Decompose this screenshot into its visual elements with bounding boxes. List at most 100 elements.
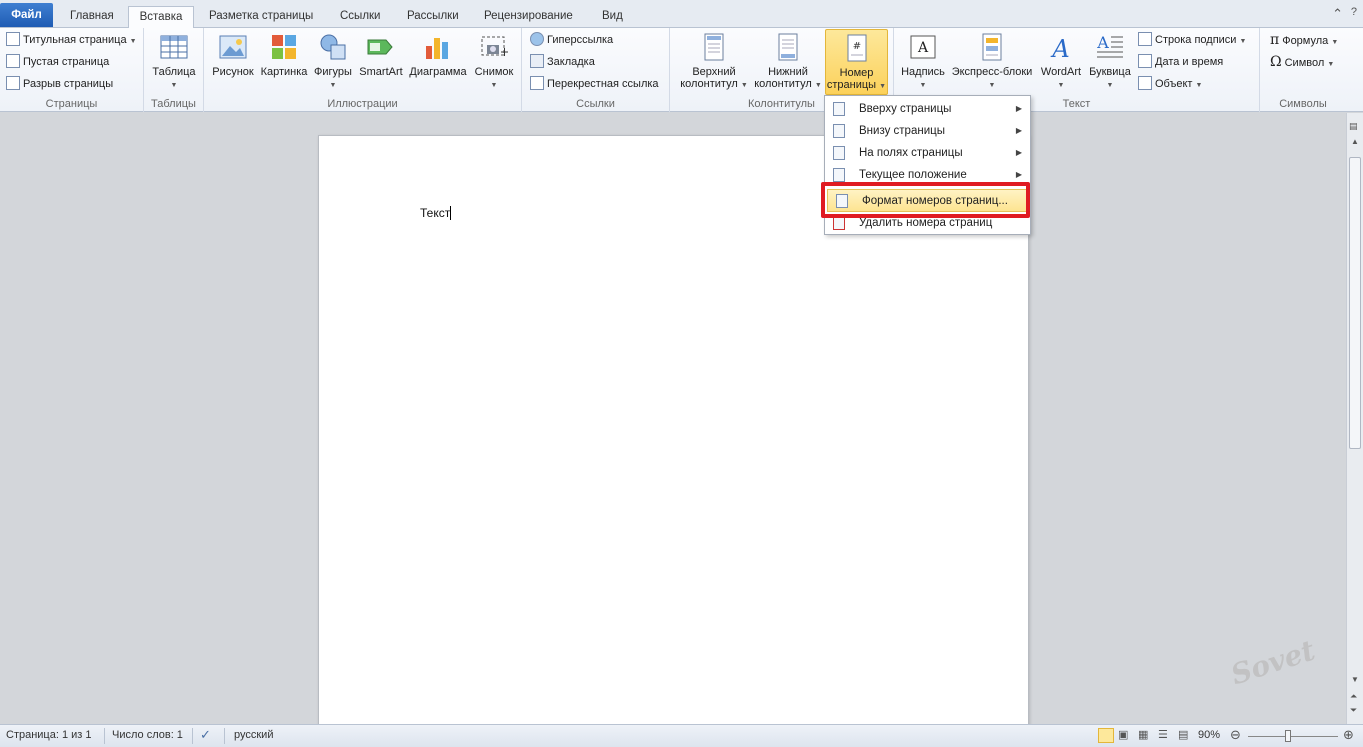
draft-icon[interactable]: ▤ [1178, 728, 1188, 741]
document-area: Текст [0, 113, 1346, 735]
textbox-icon: A [910, 35, 936, 59]
document-text[interactable]: Текст [420, 206, 452, 220]
svg-text:A: A [1096, 33, 1109, 52]
shapes-button[interactable]: Фигуры ▼ [310, 32, 356, 92]
scroll-up-icon[interactable]: ▲ [1351, 137, 1359, 146]
object-icon [1138, 76, 1152, 90]
picture-icon [219, 35, 247, 59]
page-break-button[interactable]: Разрыв страницы [6, 74, 113, 94]
blank-page-icon [6, 54, 20, 68]
signature-line-button[interactable]: Строка подписи ▼ [1138, 30, 1246, 50]
full-screen-reading-icon[interactable]: ▣ [1118, 728, 1128, 741]
chevron-down-icon: ▼ [490, 82, 498, 89]
divider [192, 728, 193, 744]
chart-icon [426, 38, 448, 59]
hyperlink-icon [530, 32, 544, 46]
tab-view[interactable]: Вид [596, 6, 629, 28]
picture-button[interactable]: Рисунок [208, 32, 258, 78]
symbol-button[interactable]: Ω Символ ▼ [1270, 52, 1334, 72]
chevron-down-icon: ▼ [129, 38, 137, 45]
page-number-button[interactable]: # Номер страницы ▼ [825, 29, 888, 95]
chevron-down-icon: ▼ [740, 82, 748, 89]
footer-button[interactable]: Нижний колонтитул ▼ [752, 32, 824, 92]
status-language[interactable]: русский [234, 729, 273, 741]
table-button[interactable]: Таблица ▼ [152, 32, 196, 92]
next-page-icon[interactable]: ⏷ [1350, 705, 1357, 716]
zoom-in-icon[interactable]: ⊕ [1343, 727, 1354, 743]
quick-parts-icon [982, 33, 1002, 61]
proofing-icon[interactable]: ✓ [200, 727, 211, 743]
page-margins-icon [833, 146, 845, 160]
tab-review[interactable]: Рецензирование [478, 6, 579, 28]
svg-text:#: # [852, 41, 860, 52]
bookmark-icon [530, 54, 544, 68]
cross-reference-button[interactable]: Перекрестная ссылка [530, 74, 659, 94]
menu-item-top-of-page[interactable]: Вверху страницы ▶ [825, 98, 1030, 120]
wordart-button[interactable]: A WordArt ▼ [1036, 32, 1086, 92]
remove-page-numbers-icon [833, 216, 845, 230]
chevron-down-icon: ▼ [1239, 38, 1247, 45]
tab-page-layout[interactable]: Разметка страницы [203, 6, 319, 28]
chevron-down-icon: ▼ [1195, 82, 1203, 89]
chevron-down-icon: ▼ [170, 82, 178, 89]
cover-page-icon [6, 32, 20, 46]
zoom-level[interactable]: 90% [1198, 729, 1220, 741]
cross-reference-icon [530, 76, 544, 90]
scroll-down-icon[interactable]: ▼ [1351, 675, 1359, 684]
submenu-arrow-icon: ▶ [1015, 126, 1022, 135]
print-layout-icon[interactable] [1098, 728, 1114, 743]
previous-page-icon[interactable]: ⏶ [1350, 691, 1357, 702]
ruler-toggle-icon[interactable]: ▤ [1349, 121, 1358, 132]
svg-text:A: A [917, 40, 929, 56]
zoom-slider-thumb[interactable] [1285, 730, 1291, 742]
quick-parts-button[interactable]: Экспресс-блоки ▼ [948, 32, 1036, 92]
wordart-icon: A [1050, 35, 1069, 62]
menu-item-bottom-of-page[interactable]: Внизу страницы ▶ [825, 120, 1030, 142]
group-illustrations: Рисунок Картинка Фигуры ▼ SmartArt Диагр… [204, 28, 522, 112]
group-label-illustrations: Иллюстрации [327, 98, 398, 110]
outline-icon[interactable]: ☰ [1158, 728, 1168, 741]
equation-button[interactable]: π Формула ▼ [1270, 30, 1338, 50]
help-icon[interactable]: ? [1351, 6, 1357, 18]
zoom-slider[interactable] [1248, 736, 1338, 737]
status-word-count[interactable]: Число слов: 1 [112, 729, 183, 741]
chevron-down-icon: ▼ [1057, 82, 1065, 89]
dropcap-icon: A [1096, 33, 1123, 58]
menu-item-page-margins[interactable]: На полях страницы ▶ [825, 142, 1030, 164]
scrollbar-thumb[interactable] [1349, 157, 1361, 449]
screenshot-button[interactable]: Снимок ▼ [470, 32, 518, 92]
status-bar: Страница: 1 из 1 Число слов: 1 ✓ русский… [0, 724, 1363, 747]
bookmark-button[interactable]: Закладка [530, 52, 595, 72]
tab-insert[interactable]: Вставка [128, 6, 194, 29]
smartart-button[interactable]: SmartArt [356, 32, 406, 78]
group-symbols: π Формула ▼ Ω Символ ▼ Символы [1260, 28, 1346, 112]
blank-page-button[interactable]: Пустая страница [6, 52, 109, 72]
page-number-icon: # [847, 34, 866, 62]
signature-line-icon [1138, 32, 1152, 46]
header-button[interactable]: Верхний колонтитул ▼ [676, 32, 752, 92]
tab-home[interactable]: Главная [64, 6, 120, 28]
cover-page-button[interactable]: Титульная страница ▼ [6, 30, 137, 50]
chevron-down-icon: ▼ [1327, 61, 1335, 68]
textbox-button[interactable]: A Надпись ▼ [898, 32, 948, 92]
chevron-down-icon: ▼ [988, 82, 996, 89]
hyperlink-button[interactable]: Гиперссылка [530, 30, 613, 50]
dropcap-button[interactable]: A Буквица ▼ [1086, 32, 1134, 92]
date-time-button[interactable]: Дата и время [1138, 52, 1223, 72]
clipart-button[interactable]: Картинка [258, 32, 310, 78]
group-tables: Таблица ▼ Таблицы [144, 28, 204, 112]
object-button[interactable]: Объект ▼ [1138, 74, 1202, 94]
minimize-ribbon-icon[interactable]: ⌃ [1332, 6, 1343, 22]
chart-button[interactable]: Диаграмма [406, 32, 470, 78]
tab-mailings[interactable]: Рассылки [401, 6, 465, 28]
chevron-down-icon: ▼ [879, 83, 887, 90]
chevron-down-icon: ▼ [1331, 39, 1339, 46]
group-label-tables: Таблицы [151, 98, 196, 110]
divider [224, 728, 225, 744]
tab-references[interactable]: Ссылки [334, 6, 387, 28]
zoom-out-icon[interactable]: ⊖ [1230, 727, 1241, 743]
vertical-scrollbar[interactable]: ▤ ▲ ▼ ⏶ ⏷ [1346, 113, 1363, 724]
tab-file[interactable]: Файл [0, 3, 53, 27]
status-page[interactable]: Страница: 1 из 1 [6, 729, 92, 741]
web-layout-icon[interactable]: ▦ [1138, 728, 1148, 741]
